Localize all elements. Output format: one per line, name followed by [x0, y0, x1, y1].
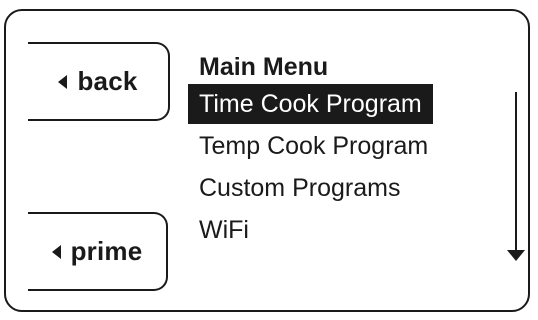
- menu-item-wifi[interactable]: WiFi: [188, 210, 439, 252]
- back-button[interactable]: back: [28, 42, 170, 121]
- main-menu: Main Menu Time Cook Program Temp Cook Pr…: [188, 50, 439, 252]
- left-triangle-icon: [51, 244, 61, 259]
- scroll-indicator: [507, 92, 527, 268]
- menu-item-temp-cook-program[interactable]: Temp Cook Program: [188, 126, 439, 168]
- prime-button[interactable]: prime: [28, 212, 168, 291]
- down-arrow-icon: [507, 250, 525, 261]
- back-button-label: back: [77, 66, 138, 96]
- prime-button-label: prime: [70, 236, 143, 266]
- menu-item-label[interactable]: Time Cook Program: [188, 84, 433, 124]
- menu-title: Main Menu: [199, 53, 329, 81]
- left-triangle-icon: [58, 74, 68, 89]
- menu-item-time-cook-program[interactable]: Time Cook Program: [188, 84, 439, 126]
- menu-item-custom-programs[interactable]: Custom Programs: [188, 168, 439, 210]
- menu-list: Time Cook Program Temp Cook Program Cust…: [188, 84, 439, 252]
- scroll-track: [515, 92, 517, 252]
